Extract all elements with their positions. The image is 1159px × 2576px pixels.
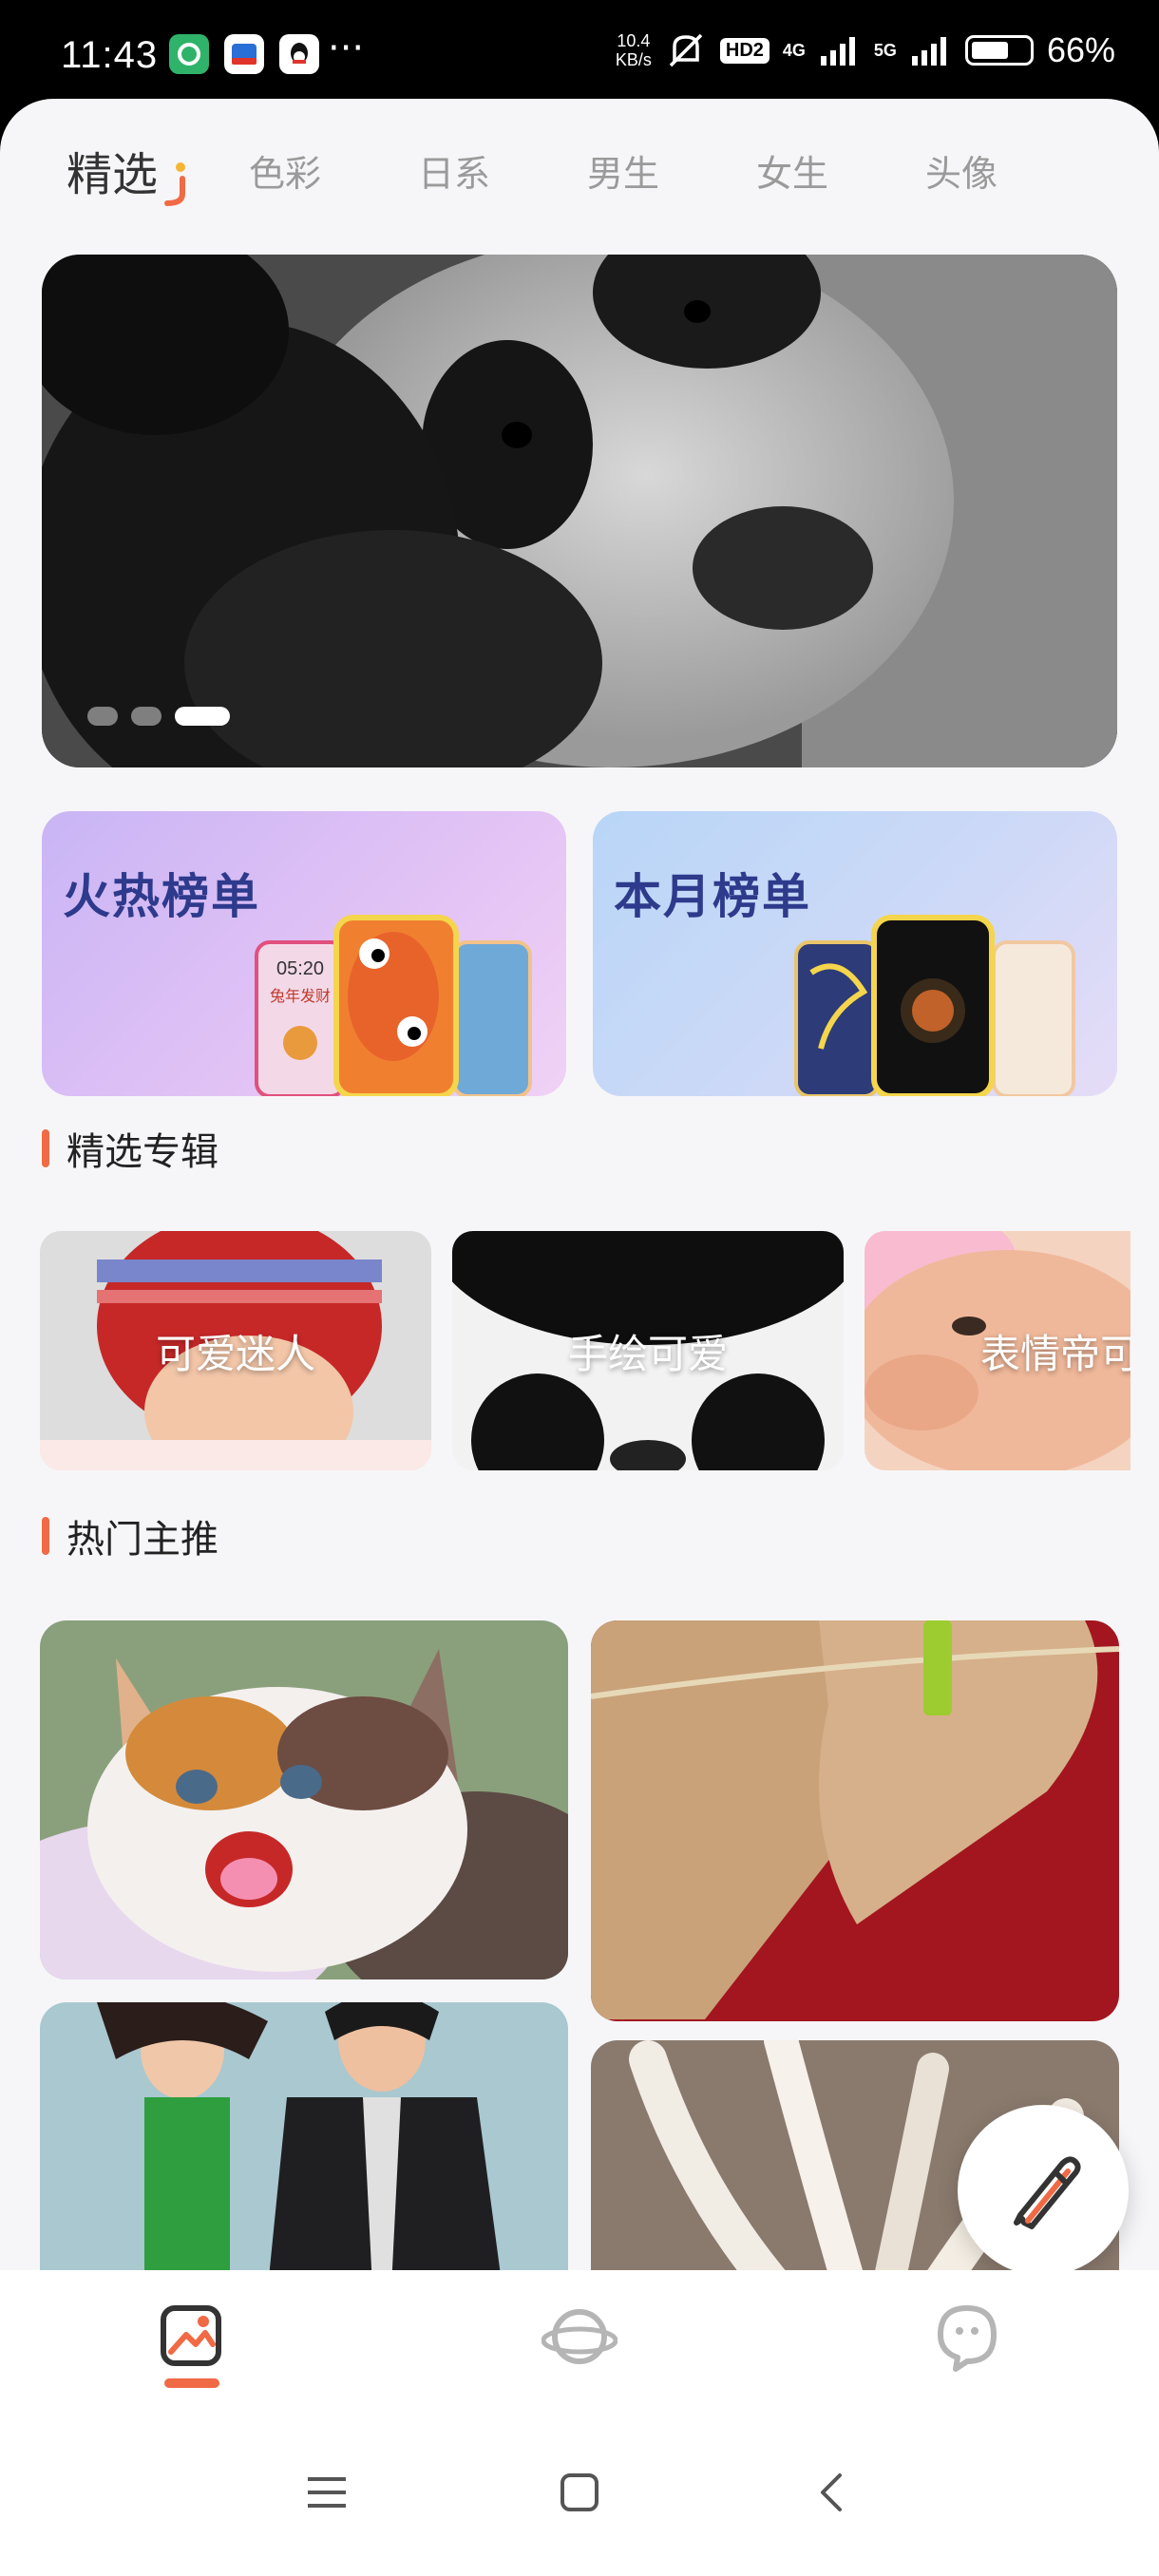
signal-4g-icon <box>820 37 855 66</box>
nav-wallpaper[interactable] <box>135 2299 249 2413</box>
hot-ranking-phones-image: 05:20 兔年发财 <box>255 915 532 1096</box>
more-notifications-icon: ··· <box>328 27 365 70</box>
tab-japanese[interactable]: 日系 <box>418 144 490 197</box>
monthly-ranking-phones-image <box>794 915 1075 1096</box>
cardboard-heart-image <box>591 1620 1119 2021</box>
hd-badge: HD2 <box>719 37 770 64</box>
album-card[interactable]: 手绘可爱 <box>452 1231 844 1470</box>
monthly-ranking-card[interactable]: 本月榜单 <box>593 811 1117 1096</box>
tab-active-indicator <box>164 162 185 206</box>
menu-icon <box>308 2477 346 2508</box>
system-navigation-bar <box>0 2464 1159 2549</box>
tab-girls[interactable]: 女生 <box>756 144 828 197</box>
status-bar: 11:43 ··· 10.4 KB/s HD2 4G 5G 66% <box>0 0 1159 109</box>
status-time: 11:43 <box>61 34 159 76</box>
carousel-dot[interactable] <box>87 707 118 726</box>
tab-boys[interactable]: 男生 <box>587 144 659 197</box>
album-card[interactable]: 表情帝可 <box>864 1231 1130 1470</box>
nav-discover[interactable] <box>522 2299 636 2413</box>
net-speed: 10.4 KB/s <box>615 31 652 69</box>
back-button[interactable] <box>804 2464 861 2521</box>
qq-notification-icon <box>279 34 319 74</box>
main-content: 精选 色彩 日系 男生 女生 头像 火热榜单 05:20 兔年发财 本月榜单 精… <box>0 99 1159 2576</box>
cloud-app-notification-icon <box>224 34 264 74</box>
hot-section-title: 热门主推 <box>42 1508 218 1563</box>
tab-featured[interactable]: 精选 <box>66 137 158 203</box>
phone-text: 兔年发财 <box>270 987 331 1005</box>
albums-section-title: 精选专辑 <box>42 1121 218 1176</box>
album-card[interactable]: 可爱迷人 <box>40 1231 431 1470</box>
back-icon <box>821 2473 842 2511</box>
battery-percent: 66% <box>1046 30 1115 69</box>
phone-time: 05:20 <box>276 958 324 979</box>
chat-face-icon <box>938 2305 997 2372</box>
album-label: 可爱迷人 <box>155 1330 315 1377</box>
wallpaper-kitten[interactable] <box>40 1620 568 1979</box>
signal-5g-icon <box>911 37 946 66</box>
menu-button[interactable] <box>298 2464 355 2521</box>
home-button[interactable] <box>551 2464 608 2521</box>
kitten-image <box>40 1620 568 1979</box>
album-label: 表情帝可 <box>979 1330 1130 1377</box>
section-accent-bar <box>42 1129 49 1167</box>
wallpaper-icon <box>161 2305 221 2366</box>
battery-level <box>971 42 1008 59</box>
carousel-indicator <box>87 707 230 726</box>
notification-icons <box>169 34 319 74</box>
carousel-dot-active[interactable] <box>175 707 230 726</box>
planet-icon <box>542 2309 618 2364</box>
tab-avatar[interactable]: 头像 <box>925 144 998 197</box>
net-4g: 4G <box>782 40 806 60</box>
pen-icon <box>1014 2156 1081 2229</box>
wallpaper-heart[interactable] <box>591 1620 1119 2021</box>
section-accent-bar <box>42 1517 49 1555</box>
nav-active-indicator <box>164 2378 219 2388</box>
net-5g: 5G <box>873 40 897 60</box>
status-indicators: 10.4 KB/s HD2 4G 5G 66% <box>616 30 1115 70</box>
carousel-dot[interactable] <box>131 707 162 726</box>
nav-messages[interactable] <box>910 2299 1024 2413</box>
album-label: 手绘可爱 <box>567 1330 728 1377</box>
tab-color[interactable]: 色彩 <box>249 144 321 197</box>
album-carousel[interactable]: 可爱迷人 手绘可爱 表情帝可 <box>40 1231 1130 1470</box>
hot-ranking-card[interactable]: 火热榜单 05:20 兔年发财 <box>42 811 566 1096</box>
mute-icon <box>669 33 703 67</box>
create-fab-button[interactable] <box>958 2105 1129 2276</box>
panda-banner-image <box>42 255 1117 767</box>
category-tabs: 精选 色彩 日系 男生 女生 头像 <box>0 99 1159 232</box>
app-notification-icon <box>169 34 209 74</box>
battery-icon <box>964 35 1034 66</box>
home-icon <box>560 2473 598 2511</box>
banner-carousel[interactable] <box>42 255 1117 767</box>
